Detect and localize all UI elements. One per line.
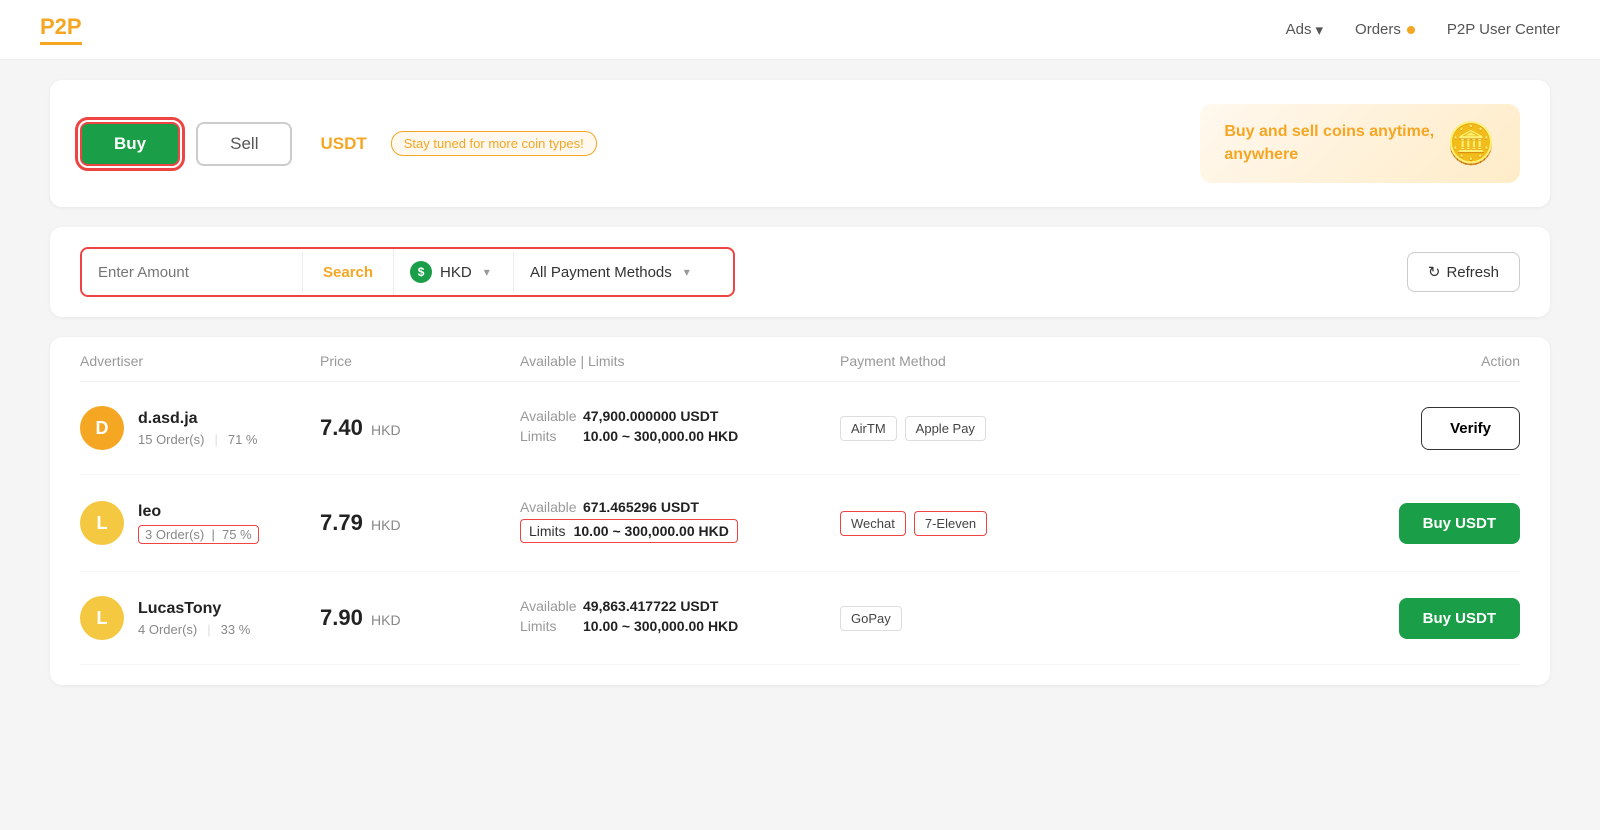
limits-value: 10.00 ~ 300,000.00 HKD (583, 618, 738, 634)
currency-tag: USDT (320, 134, 366, 154)
buy-usdt-button[interactable]: Buy USDT (1399, 503, 1520, 544)
refresh-icon: ↻ (1428, 263, 1441, 281)
payment-badge: GoPay (840, 606, 902, 631)
order-count-highlighted: 3 Order(s) | 75 % (138, 525, 259, 544)
payment-badge-highlighted: 7-Eleven (914, 511, 987, 536)
price-currency: HKD (371, 612, 401, 628)
banner-text-line2: anywhere (1224, 144, 1434, 166)
chevron-down-icon: ▾ (1316, 21, 1324, 39)
chevron-down-icon: ▾ (684, 265, 690, 279)
banner-icon: 🪙 (1446, 120, 1496, 167)
available-label: Available (520, 408, 575, 424)
nav-user-center[interactable]: P2P User Center (1447, 21, 1560, 38)
price-value: 7.90 (320, 605, 363, 630)
nav-orders[interactable]: Orders (1355, 21, 1415, 38)
limits-label: Limits (520, 428, 575, 444)
avatar: L (80, 501, 124, 545)
currency-selector[interactable]: $ HKD ▾ (393, 249, 513, 295)
table-row: L LucasTony 4 Order(s) | 33 % 7.90 HKD A… (80, 572, 1520, 665)
limits-value: 10.00 ~ 300,000.00 HKD (583, 428, 738, 444)
col-header-action: Action (1360, 353, 1520, 369)
limits-label: Limits (529, 523, 566, 539)
price-currency: HKD (371, 517, 401, 533)
available-value: 47,900.000000 USDT (583, 408, 718, 424)
chevron-down-icon: ▾ (484, 265, 490, 279)
currency-icon: $ (410, 261, 432, 283)
available-label: Available (520, 499, 575, 515)
orders-notification-dot (1407, 26, 1415, 34)
sell-button[interactable]: Sell (196, 122, 292, 166)
table-row: L leo 3 Order(s) | 75 % 7.79 HKD Availab… (80, 475, 1520, 572)
amount-input[interactable] (82, 252, 302, 293)
available-value: 671.465296 USDT (583, 499, 699, 515)
listings-table: Advertiser Price Available | Limits Paym… (50, 337, 1550, 685)
col-header-available-limits: Available | Limits (520, 353, 840, 369)
buy-button[interactable]: Buy (80, 122, 180, 166)
completion-rate: 33 % (221, 622, 251, 637)
payment-badge: AirTM (840, 416, 897, 441)
search-bar: Search $ HKD ▾ All Payment Methods ▾ (80, 247, 735, 297)
payment-methods: GoPay (840, 606, 1360, 631)
buy-usdt-button[interactable]: Buy USDT (1399, 598, 1520, 639)
completion-rate: 71 % (228, 432, 258, 447)
available-label: Available (520, 598, 575, 614)
price-currency: HKD (371, 422, 401, 438)
payment-badge: Apple Pay (905, 416, 986, 441)
available-value: 49,863.417722 USDT (583, 598, 718, 614)
price-value: 7.40 (320, 415, 363, 440)
limits-row-highlighted: Limits 10.00 ~ 300,000.00 HKD (520, 519, 738, 543)
order-count: 15 Order(s) (138, 432, 204, 447)
payment-method-label: All Payment Methods (530, 264, 672, 281)
banner-text-line1: Buy and sell coins anytime, (1224, 121, 1434, 143)
advertiser-name: LucasTony (138, 600, 250, 618)
payment-methods: Wechat 7-Eleven (840, 511, 1360, 536)
search-button[interactable]: Search (302, 252, 393, 293)
banner: Buy and sell coins anytime, anywhere 🪙 (1200, 104, 1520, 183)
price-value: 7.79 (320, 510, 363, 535)
avatar: L (80, 596, 124, 640)
col-header-payment: Payment Method (840, 353, 1360, 369)
coin-note-tag: Stay tuned for more coin types! (391, 131, 597, 156)
col-header-advertiser: Advertiser (80, 353, 320, 369)
advertiser-name: d.asd.ja (138, 410, 258, 428)
table-row: D d.asd.ja 15 Order(s) | 71 % 7.40 HKD A… (80, 382, 1520, 475)
verify-button[interactable]: Verify (1421, 407, 1520, 450)
payment-methods: AirTM Apple Pay (840, 416, 1360, 441)
nav-ads[interactable]: Ads ▾ (1286, 21, 1323, 39)
payment-method-selector[interactable]: All Payment Methods ▾ (513, 252, 733, 293)
refresh-button[interactable]: ↻ Refresh (1407, 252, 1520, 292)
payment-badge-highlighted: Wechat (840, 511, 906, 536)
order-count: 4 Order(s) (138, 622, 197, 637)
col-header-price: Price (320, 353, 520, 369)
header-logo: P2P (40, 14, 82, 45)
advertiser-name: leo (138, 503, 259, 521)
currency-code: HKD (440, 264, 472, 281)
limits-label: Limits (520, 618, 575, 634)
avatar: D (80, 406, 124, 450)
limits-value: 10.00 ~ 300,000.00 HKD (574, 523, 729, 539)
